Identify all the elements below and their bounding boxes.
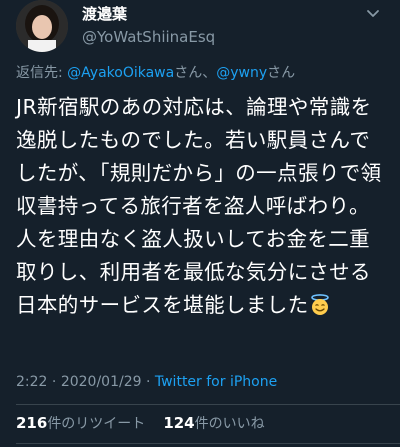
display-name[interactable]: 渡邉葉 [82, 4, 215, 24]
tweet-stats: 216件のリツイート 124件のいいね [16, 413, 265, 434]
tweet-time[interactable]: 2:22 [16, 374, 47, 390]
divider [16, 443, 400, 444]
avatar[interactable] [16, 0, 68, 52]
likes-label: 件のいいね [194, 416, 265, 432]
retweets-label: 件のリツイート [47, 416, 146, 432]
tweet-date[interactable]: 2020/01/29 [61, 374, 142, 390]
divider [16, 404, 400, 405]
user-handle[interactable]: @YoWatShiinaEsq [82, 27, 215, 47]
halo-emoji-icon [309, 293, 331, 315]
reply-context: 返信先: @AyakoOikawaさん、@ywnyさん [16, 64, 295, 82]
retweets-count: 216 [16, 414, 48, 432]
meta-separator: · [47, 374, 61, 390]
retweets-stat[interactable]: 216件のリツイート [16, 414, 146, 432]
mention-suffix: さん [267, 65, 296, 81]
mention-suffix: さん、 [174, 65, 217, 81]
reply-prefix: 返信先: [16, 65, 68, 81]
likes-stat[interactable]: 124件のいいね [163, 414, 265, 432]
meta-separator: · [141, 374, 155, 390]
tweet-meta: 2:22 · 2020/01/29 · Twitter for iPhone [16, 372, 277, 392]
chevron-down-icon[interactable] [362, 2, 384, 24]
tweet-body: JR新宿駅のあの対応は、論理や常識を逸脱したものでした。若い駅員さんでしたが、「… [16, 95, 382, 317]
tweet-source-link[interactable]: Twitter for iPhone [155, 374, 277, 390]
likes-count: 124 [163, 414, 195, 432]
mention-link-ayakooikawa[interactable]: @AyakoOikawa [67, 65, 174, 81]
tweet-text: JR新宿駅のあの対応は、論理や常識を逸脱したものでした。若い駅員さんでしたが、「… [16, 91, 388, 322]
mention-link-ywny[interactable]: @ywny [216, 65, 267, 81]
